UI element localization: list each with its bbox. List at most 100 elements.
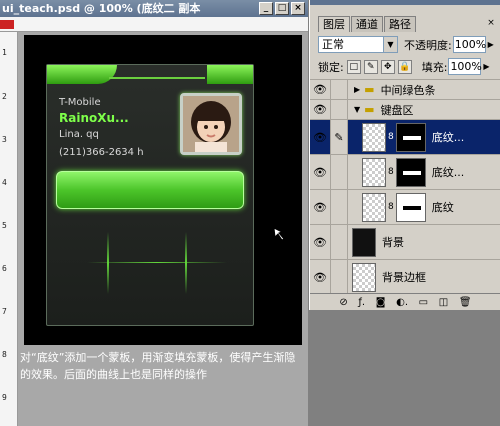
blend-mode-select[interactable]: 正常 ▼	[318, 36, 398, 53]
opacity-label: 不透明度:	[404, 38, 452, 52]
trash-icon[interactable]: 🗑	[459, 297, 472, 308]
lock-all-icon[interactable]: 🔒	[397, 59, 412, 74]
layer-row-group[interactable]: 👁 ▼ ▬ 键盘区	[310, 99, 500, 119]
folder-icon: ▬	[364, 83, 375, 96]
expand-arrow-icon[interactable]: ▼	[354, 105, 360, 114]
dropdown-arrow-icon: ▼	[383, 37, 397, 52]
layer-name: 底纹...	[431, 131, 465, 144]
lock-label: 锁定:	[318, 60, 344, 74]
layer-link-cell[interactable]	[330, 260, 348, 294]
layer-row[interactable]: 👁 8 底纹...	[310, 154, 500, 189]
ruler-number: 9	[2, 393, 7, 402]
layer-row[interactable]: 👁 8 底纹	[310, 189, 500, 224]
ruler-top[interactable]	[0, 17, 308, 32]
maximize-button[interactable]: □	[275, 2, 289, 15]
close-button[interactable]: ×	[291, 2, 305, 15]
layer-row[interactable]: 👁 背景	[310, 224, 500, 259]
layer-name: 底纹	[431, 201, 454, 214]
brush-icon[interactable]: ✎	[330, 120, 348, 154]
ruler-number: 1	[2, 48, 7, 57]
new-group-icon[interactable]: ▭	[419, 297, 428, 308]
fill-input[interactable]: 100%	[448, 58, 482, 75]
layer-link-cell[interactable]	[330, 100, 348, 119]
contact-photo	[180, 93, 242, 155]
layer-mask-thumbnail[interactable]	[395, 122, 426, 152]
chain-link-icon[interactable]: 8	[388, 202, 394, 212]
chain-link-icon[interactable]: 8	[388, 167, 394, 177]
fx-icon[interactable]: ƒ.	[358, 297, 365, 308]
lock-transparency-icon[interactable]: □	[346, 59, 361, 74]
layer-row-group[interactable]: 👁 ▶ ▬ 中间绿色条	[310, 79, 500, 99]
blend-row: 正常 ▼ 不透明度: 100% ▶	[318, 36, 500, 53]
layer-mask-thumbnail[interactable]	[395, 157, 426, 187]
card-phone: (211)366-2634 h	[59, 147, 144, 158]
visibility-eye-icon[interactable]: 👁	[310, 155, 330, 189]
ruler-left[interactable]: 1 2 3 4 5 6 7 8 9	[0, 32, 18, 426]
layer-row[interactable]: 👁 背景边框	[310, 259, 500, 294]
add-mask-icon[interactable]: ◙	[376, 297, 386, 308]
layer-link-cell[interactable]	[330, 190, 348, 224]
ruler-number: 4	[2, 178, 7, 187]
folder-icon: ▬	[364, 103, 375, 116]
curve-line-left	[107, 232, 109, 294]
tab-channels[interactable]: 通道	[351, 16, 383, 32]
card-name: RainoXu...	[59, 111, 129, 125]
lock-position-icon[interactable]: ✥	[380, 59, 395, 74]
new-layer-icon[interactable]: ◫	[439, 297, 448, 308]
chain-link-icon[interactable]: 8	[388, 132, 394, 142]
card-carrier: T-Mobile	[59, 97, 101, 108]
lock-row: 锁定: □ ✎ ✥ 🔒 填充: 100% ▶	[318, 58, 500, 75]
panel-close-icon[interactable]: ×	[485, 18, 497, 29]
minimize-button[interactable]: _	[259, 2, 273, 15]
tab-layers[interactable]: 图层	[318, 16, 350, 32]
ruler-number: 7	[2, 307, 7, 316]
fill-slider-arrow-icon[interactable]: ▶	[481, 58, 491, 75]
ruler-number: 5	[2, 221, 7, 230]
ruler-origin-marker	[0, 20, 14, 29]
opacity-slider-arrow-icon[interactable]: ▶	[486, 36, 496, 53]
layer-link-cell[interactable]	[330, 225, 348, 259]
layers-list: 👁 ▶ ▬ 中间绿色条 👁 ▼ ▬ 键盘区 👁 ✎ 8 底纹... 👁 8 底纹…	[310, 79, 500, 294]
card-company: Lina. qq	[59, 129, 99, 140]
green-bar-button[interactable]	[56, 171, 244, 209]
layer-thumbnail	[362, 122, 386, 152]
lock-pixels-icon[interactable]: ✎	[363, 59, 378, 74]
document-titlebar[interactable]: ui_teach.psd @ 100% (底纹二 副本 _ □ ×	[0, 0, 308, 17]
window-controls: _ □ ×	[259, 2, 305, 15]
layer-thumbnail	[362, 157, 386, 187]
visibility-eye-icon[interactable]: 👁	[310, 225, 330, 259]
link-layers-icon[interactable]: ⊘	[339, 297, 347, 308]
visibility-eye-icon[interactable]: 👁	[310, 120, 330, 154]
top-bar-line	[109, 77, 205, 79]
visibility-eye-icon[interactable]: 👁	[310, 80, 330, 99]
layer-name: 键盘区	[380, 103, 414, 117]
layer-thumbnail	[352, 227, 376, 257]
visibility-eye-icon[interactable]: 👁	[310, 100, 330, 119]
adjustment-layer-icon[interactable]: ◐.	[396, 297, 408, 308]
layer-name: 底纹...	[431, 166, 465, 179]
document-title: ui_teach.psd @ 100% (底纹二 副本	[2, 2, 201, 15]
layer-name: 背景	[382, 236, 404, 249]
layer-row-selected[interactable]: 👁 ✎ 8 底纹...	[310, 119, 500, 154]
collapse-arrow-icon[interactable]: ▶	[354, 85, 360, 94]
phone-card[interactable]: T-Mobile RainoXu... Lina. qq (211)366-26…	[46, 64, 254, 326]
layer-thumbnail	[352, 262, 376, 292]
top-bar-left-tab	[47, 65, 117, 84]
cursor-icon	[273, 227, 285, 241]
layer-thumbnail	[362, 192, 386, 222]
layers-panel[interactable]: 图层 通道 路径 × 正常 ▼ 不透明度: 100% ▶ 锁定: □ ✎ ✥ 🔒…	[309, 0, 500, 310]
ruler-number: 2	[2, 92, 7, 101]
ruler-number: 6	[2, 264, 7, 273]
visibility-eye-icon[interactable]: 👁	[310, 260, 330, 294]
opacity-input[interactable]: 100%	[452, 36, 486, 53]
layer-name: 中间绿色条	[380, 83, 436, 97]
tab-paths[interactable]: 路径	[384, 16, 416, 32]
layer-name: 背景边框	[382, 271, 426, 284]
layer-link-cell[interactable]	[330, 155, 348, 189]
layer-link-cell[interactable]	[330, 80, 348, 99]
visibility-eye-icon[interactable]: 👁	[310, 190, 330, 224]
panel-bottom-toolbar: ⊘ ƒ. ◙ ◐. ▭ ◫ 🗑	[310, 293, 500, 310]
layer-mask-thumbnail[interactable]	[395, 192, 426, 222]
card-top-bar	[47, 65, 253, 84]
panel-tabs: 图层 通道 路径 ×	[310, 5, 500, 32]
